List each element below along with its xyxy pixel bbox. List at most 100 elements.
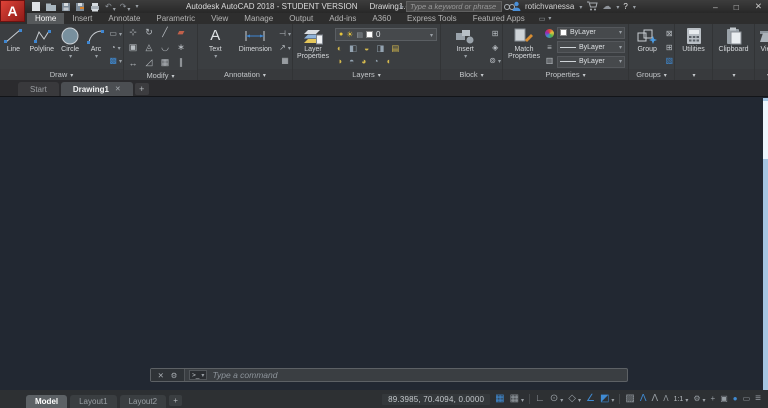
explode-tool-icon[interactable]: ∗: [177, 42, 185, 53]
rectangle-tool-icon[interactable]: ▭: [109, 29, 122, 38]
store-cart-icon[interactable]: [586, 1, 598, 13]
ortho-toggle-icon[interactable]: ∟: [535, 394, 545, 404]
rotate-tool-icon[interactable]: ↻: [145, 27, 153, 38]
minimize-button[interactable]: –: [713, 2, 718, 12]
vertical-scrollbar[interactable]: [763, 98, 768, 390]
search-expander-icon[interactable]: ▸: [400, 3, 404, 11]
view-button[interactable]: View: [756, 25, 768, 69]
tab-parametric[interactable]: Parametric: [148, 13, 203, 24]
object-snap-tracking-icon[interactable]: ∠: [586, 394, 595, 404]
command-wrench-icon[interactable]: ⚙: [171, 371, 178, 380]
layout2-tab[interactable]: Layout2: [120, 395, 166, 408]
graphics-performance-icon[interactable]: ●: [733, 395, 738, 403]
tab-home[interactable]: Home: [27, 13, 64, 24]
a360-cloud-icon[interactable]: ☁: [602, 2, 611, 11]
object-snap-toggle[interactable]: ◩: [600, 394, 614, 404]
tab-express-tools[interactable]: Express Tools: [399, 13, 465, 24]
new-file-icon[interactable]: [31, 1, 41, 13]
plot-icon[interactable]: [89, 1, 101, 13]
erase-tool-icon[interactable]: ▰: [178, 27, 185, 38]
hatch-tool-icon[interactable]: ◔: [111, 43, 121, 52]
view-panel-label[interactable]: [755, 69, 768, 80]
scrollbar-thumb[interactable]: [763, 101, 768, 159]
array-tool-icon[interactable]: ▦: [161, 57, 170, 68]
dimension-button[interactable]: Dimension: [233, 25, 279, 69]
workspace-switching[interactable]: ⚙: [693, 395, 705, 404]
transparency-toggle-icon[interactable]: ▨: [625, 394, 634, 404]
layer-tool-icon[interactable]: ▤: [391, 43, 399, 54]
help-icon[interactable]: ?: [623, 2, 627, 11]
annotation-visibility-icon[interactable]: Λ: [640, 394, 647, 404]
username[interactable]: rotichvanessa: [525, 2, 574, 11]
autocad-logo-icon[interactable]: A: [0, 0, 25, 22]
arc-flyout-icon[interactable]: [94, 53, 98, 60]
iso-drafting-toggle[interactable]: ◇: [568, 394, 581, 404]
circle-button[interactable]: Circle: [58, 25, 83, 69]
layer-tool-icon[interactable]: ◧: [349, 43, 357, 54]
block-editor-icon[interactable]: ⊚: [489, 56, 501, 65]
multileader-tool-icon[interactable]: ↗: [279, 43, 291, 52]
text-flyout-icon[interactable]: [213, 53, 217, 60]
match-properties-button[interactable]: Match Properties: [504, 25, 544, 69]
text-button[interactable]: A Text: [199, 25, 232, 69]
layer-tool-icon[interactable]: ◒: [364, 43, 369, 54]
linetype-dropdown[interactable]: ByLayer: [557, 41, 625, 53]
model-tab[interactable]: Model: [26, 395, 67, 408]
trim-tool-icon[interactable]: ╱: [162, 27, 167, 38]
drawing-area[interactable]: ✕ ⚙ >_: [0, 96, 768, 390]
help-menu-icon[interactable]: [632, 2, 636, 11]
tab-featured-apps[interactable]: Featured Apps: [465, 13, 533, 24]
gradient-tool-icon[interactable]: ▩: [109, 56, 122, 65]
customize-qat-icon[interactable]: [134, 1, 138, 13]
a360-menu-icon[interactable]: [615, 2, 619, 11]
tab-view[interactable]: View: [203, 13, 236, 24]
layout1-tab[interactable]: Layout1: [70, 395, 116, 408]
snap-toggle[interactable]: ▦: [510, 394, 524, 404]
open-file-icon[interactable]: [45, 1, 57, 13]
tab-addins[interactable]: Add-ins: [321, 13, 364, 24]
mirror-tool-icon[interactable]: ◬: [146, 42, 153, 53]
scale-tool-icon[interactable]: ◿: [146, 57, 153, 68]
fillet-tool-icon[interactable]: ◡: [161, 42, 169, 53]
command-close-icon[interactable]: ✕: [158, 371, 164, 380]
maximize-button[interactable]: □: [734, 2, 739, 12]
table-tool-icon[interactable]: ▦: [281, 56, 289, 65]
layer-dropdown-icon[interactable]: [429, 30, 433, 39]
save-as-icon[interactable]: [75, 1, 85, 13]
layers-panel-label[interactable]: Layers: [293, 69, 440, 80]
polyline-button[interactable]: Polyline: [27, 25, 57, 69]
undo-icon[interactable]: ↶: [105, 1, 116, 13]
properties-panel-label[interactable]: Properties: [503, 69, 628, 80]
layer-tool-icon[interactable]: ◔: [373, 56, 378, 66]
account-menu-icon[interactable]: [578, 2, 582, 11]
customize-icon[interactable]: ≡: [755, 394, 761, 404]
tab-manage[interactable]: Manage: [236, 13, 281, 24]
ribbon-display-toggle[interactable]: ▭: [539, 13, 552, 24]
search-input[interactable]: [406, 1, 502, 12]
layer-tool-icon[interactable]: ◖: [386, 56, 391, 66]
annotation-autoscale-icon[interactable]: Λ: [652, 394, 659, 404]
new-layout-button[interactable]: +: [169, 395, 182, 406]
linetype-list-icon[interactable]: ≡: [547, 43, 552, 52]
layer-tool-icon[interactable]: ◐: [337, 43, 342, 54]
object-color-dropdown[interactable]: ByLayer: [557, 27, 625, 39]
group-button[interactable]: Group: [630, 25, 664, 69]
file-tab-drawing1[interactable]: Drawing1 ✕: [61, 82, 133, 96]
modify-panel-label[interactable]: Modify: [124, 70, 197, 80]
clean-screen-icon[interactable]: ▭: [743, 395, 751, 403]
close-file-tab-icon[interactable]: ✕: [115, 85, 121, 93]
block-panel-label[interactable]: Block: [441, 69, 502, 80]
groups-panel-label[interactable]: Groups: [629, 69, 674, 80]
layer-tool-icon[interactable]: ◓: [349, 56, 354, 66]
insert-flyout-icon[interactable]: [463, 53, 467, 60]
utilities-panel-label[interactable]: [675, 69, 712, 80]
annotation-panel-label[interactable]: Annotation: [198, 69, 292, 80]
ungroup-icon[interactable]: ⊠: [666, 29, 673, 38]
lineweight-list-icon[interactable]: ▥: [546, 56, 554, 65]
clipboard-panel-label[interactable]: [713, 69, 754, 80]
tab-insert[interactable]: Insert: [64, 13, 100, 24]
close-button[interactable]: ✕: [755, 1, 762, 12]
annotation-scale-icon[interactable]: Λ: [663, 395, 668, 403]
define-attributes-icon[interactable]: ◈: [492, 43, 498, 52]
save-icon[interactable]: [61, 1, 71, 13]
